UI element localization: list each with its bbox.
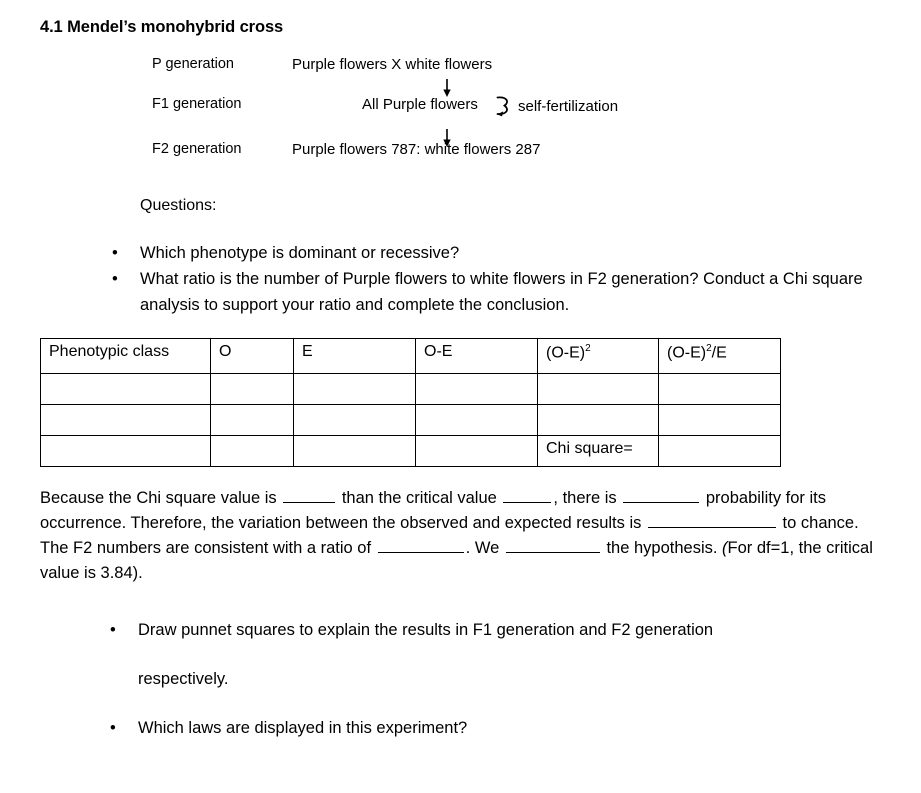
conclusion-paragraph: Because the Chi square value is than the… <box>40 486 885 586</box>
table-cell[interactable] <box>40 435 211 467</box>
generation-row-p: P generation Purple flowers X white flow… <box>0 56 921 78</box>
list-item: • What ratio is the number of Purple flo… <box>112 266 872 318</box>
generation-label-p: P generation <box>152 56 234 72</box>
conclusion-segment: the hypothesis. <box>601 539 723 557</box>
chi-square-table: Phenotypic class O E O-E (O-E)2 (O-E)2/E <box>40 338 781 467</box>
table-header-cell: Phenotypic class <box>40 338 211 374</box>
table-cell[interactable] <box>210 373 294 405</box>
bullet-icon: • <box>112 270 118 288</box>
bullet-icon: • <box>110 621 116 639</box>
list-item: • Which laws are displayed in this exper… <box>110 715 890 741</box>
table-header-cell: (O-E)2/E <box>658 338 781 374</box>
list-item: • Draw punnet squares to explain the res… <box>110 617 890 643</box>
generation-label-f1: F1 generation <box>152 96 242 112</box>
bullet-text: Which laws are displayed in this experim… <box>138 719 468 737</box>
bullet-continuation: respectively. <box>110 666 890 692</box>
bullet-text: Draw punnet squares to explain the resul… <box>138 621 714 639</box>
question-text: What ratio is the number of Purple flowe… <box>140 270 863 314</box>
table-cell[interactable] <box>537 404 659 436</box>
generation-content-f2: Purple flowers 787: white flowers 287 <box>292 141 541 158</box>
blank-field-6[interactable] <box>505 537 600 553</box>
table-cell[interactable] <box>210 404 294 436</box>
conclusion-segment: , there is <box>553 489 622 507</box>
line-spacer <box>110 692 890 715</box>
table-header-cell: E <box>293 338 416 374</box>
table-row <box>40 404 781 436</box>
self-fertilization-note: self-fertilization <box>494 94 618 118</box>
questions-list: • Which phenotype is dominant or recessi… <box>112 240 872 318</box>
bottom-bullet-list: • Draw punnet squares to explain the res… <box>110 617 890 741</box>
blank-field-2[interactable] <box>503 487 552 503</box>
blank-field-4[interactable] <box>647 512 776 528</box>
line-spacer <box>110 643 890 666</box>
table-header-row: Phenotypic class O E O-E (O-E)2 (O-E)2/E <box>40 338 781 374</box>
table-cell[interactable] <box>40 404 211 436</box>
blank-field-1[interactable] <box>283 487 336 503</box>
table-cell[interactable] <box>658 373 781 405</box>
blank-field-3[interactable] <box>623 487 700 503</box>
table-header-cell: O-E <box>415 338 538 374</box>
bullet-icon: • <box>110 719 116 737</box>
table-cell-chi-square-label: Chi square= <box>537 435 659 467</box>
table-cell[interactable] <box>658 404 781 436</box>
self-fertilization-loop-icon <box>494 94 512 118</box>
questions-heading: Questions: <box>140 197 217 214</box>
list-item: • Which phenotype is dominant or recessi… <box>112 240 872 266</box>
header-text: O-E <box>424 343 453 360</box>
generation-label-f2: F2 generation <box>152 141 242 157</box>
header-text: E <box>302 343 313 360</box>
question-text: Which phenotype is dominant or recessive… <box>140 244 460 262</box>
table-header-cell: (O-E)2 <box>537 338 659 374</box>
blank-field-5[interactable] <box>377 537 464 553</box>
bullet-text-continued: respectively. <box>138 670 229 688</box>
table-header-cell: O <box>210 338 294 374</box>
header-text: Phenotypic class <box>49 343 170 360</box>
table-row <box>40 373 781 405</box>
header-text: (O-E) <box>667 344 707 362</box>
conclusion-segment: Because the Chi square value is <box>40 489 282 507</box>
table-cell[interactable] <box>40 373 211 405</box>
table-cell[interactable] <box>210 435 294 467</box>
document-page: 4.1 Mendel’s monohybrid cross P generati… <box>0 0 921 793</box>
header-text: O <box>219 343 232 360</box>
generation-row-f1: F1 generation All Purple flowers self-fe… <box>0 96 921 118</box>
table-cell[interactable] <box>658 435 781 467</box>
monohybrid-cross-diagram: P generation Purple flowers X white flow… <box>0 56 921 168</box>
conclusion-segment: . We <box>465 539 504 557</box>
generation-content-f1: All Purple flowers <box>362 96 478 113</box>
table-cell[interactable] <box>293 373 416 405</box>
header-superscript: 2 <box>585 343 591 354</box>
generation-row-f2: F2 generation Purple flowers 787: white … <box>0 141 921 163</box>
header-suffix: /E <box>711 344 727 362</box>
generation-content-p: Purple flowers X white flowers <box>292 56 493 73</box>
page-title: 4.1 Mendel’s monohybrid cross <box>40 18 284 36</box>
self-fertilization-label: self-fertilization <box>518 97 619 115</box>
table-cell[interactable] <box>537 373 659 405</box>
conclusion-segment: than the critical value <box>337 489 502 507</box>
bullet-icon: • <box>112 244 118 262</box>
down-arrow-icon <box>440 78 454 98</box>
header-text: (O-E) <box>546 344 586 362</box>
table-cell[interactable] <box>415 373 538 405</box>
table-cell[interactable] <box>415 435 538 467</box>
table-row: Chi square= <box>40 435 781 467</box>
table-cell[interactable] <box>415 404 538 436</box>
table-cell[interactable] <box>293 404 416 436</box>
table-cell[interactable] <box>293 435 416 467</box>
